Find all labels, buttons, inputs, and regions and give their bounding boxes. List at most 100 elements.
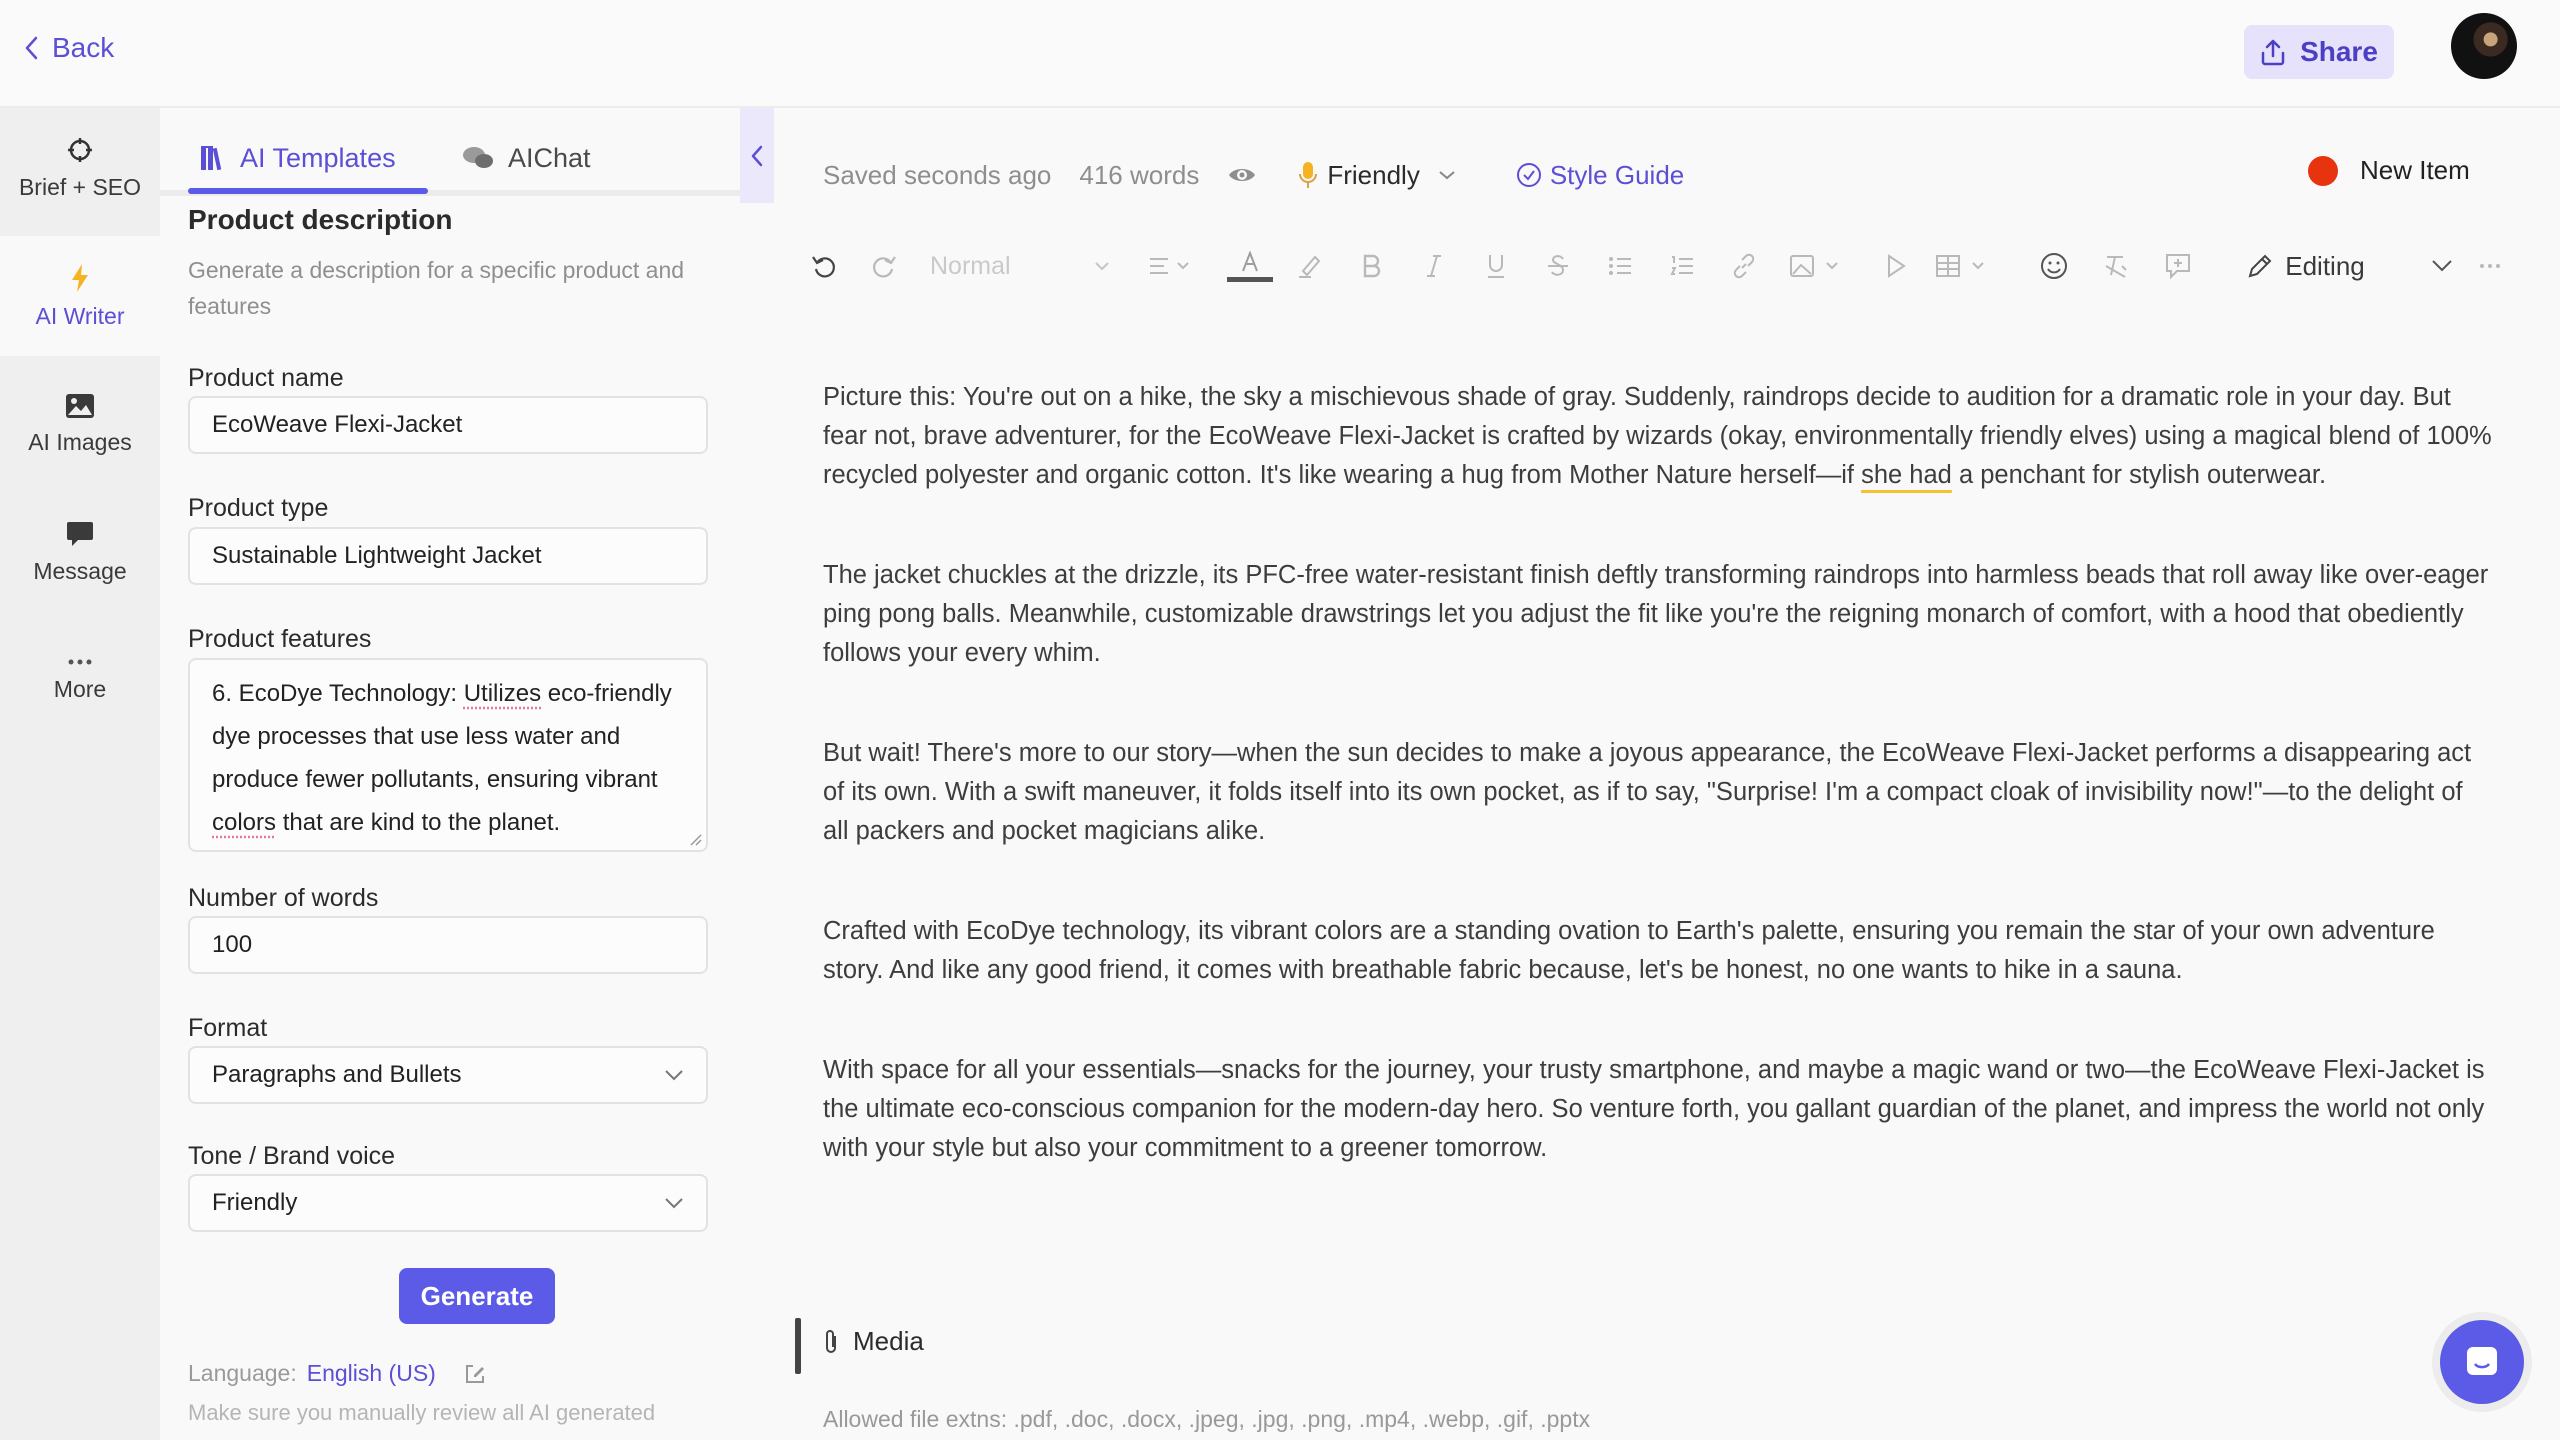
status-dot — [2308, 155, 2338, 186]
template-title: Product description — [188, 204, 453, 235]
pencil-icon — [2247, 253, 2273, 279]
media-label: Media — [853, 1326, 924, 1356]
message-icon — [66, 520, 94, 548]
item-status[interactable]: New Item — [2308, 155, 2470, 186]
insert-video-button[interactable] — [1876, 245, 1916, 287]
undo-icon — [811, 253, 837, 279]
collapse-panel-button[interactable] — [740, 108, 774, 203]
editor-content[interactable]: Picture this: You're out on a hike, the … — [823, 378, 2495, 1229]
edit-icon[interactable] — [464, 1363, 486, 1385]
template-form: Product description Generate a descripti… — [188, 204, 708, 1425]
chat-icon — [2464, 1344, 2500, 1380]
paragraph-style-select[interactable]: Normal — [930, 245, 1110, 287]
undo-button[interactable] — [806, 245, 842, 287]
grammar-suggestion[interactable]: she had — [1861, 461, 1952, 489]
editor-toolbar: Normal Editing — [806, 245, 2506, 287]
numbered-list-button[interactable] — [1662, 245, 1702, 287]
highlight-button[interactable] — [1290, 245, 1330, 287]
rail-item-message[interactable]: Message — [0, 492, 160, 612]
redo-button[interactable] — [866, 245, 902, 287]
tab-aichat[interactable]: AIChat — [462, 134, 591, 182]
product-name-input[interactable]: EcoWeave Flexi-Jacket — [188, 396, 708, 454]
language-link[interactable]: English (US) — [307, 1360, 436, 1387]
clear-format-button[interactable] — [2096, 245, 2136, 287]
spellcheck-word: colors — [212, 809, 277, 836]
toolbar-expand-button[interactable] — [2422, 245, 2462, 287]
allowed-extensions: Allowed file extns: .pdf, .doc, .docx, .… — [823, 1406, 1591, 1432]
editing-mode-button[interactable]: Editing — [2236, 245, 2376, 287]
editor-meta-bar: Saved seconds ago 416 words Friendly Sty… — [823, 155, 1684, 195]
templates-icon — [200, 145, 226, 171]
rail-item-more[interactable]: More — [0, 620, 160, 740]
share-button[interactable]: Share — [2244, 25, 2394, 79]
rail-label: More — [53, 675, 107, 702]
insert-table-button[interactable] — [1930, 245, 1996, 287]
format-select[interactable]: Paragraphs and Bullets — [188, 1046, 708, 1104]
rail-item-brief-seo[interactable]: Brief + SEO — [0, 108, 160, 228]
text-color-swatch — [1227, 276, 1273, 282]
media-section-marker — [795, 1318, 801, 1374]
generate-button[interactable]: Generate — [399, 1268, 555, 1324]
bullet-list-button[interactable] — [1600, 245, 1640, 287]
more-options-button[interactable] — [2472, 245, 2508, 287]
tone-dropdown[interactable]: Friendly — [1299, 160, 1455, 191]
content-paragraph: But wait! There's more to our story—when… — [823, 739, 2472, 845]
bold-button[interactable] — [1352, 245, 1392, 287]
link-button[interactable] — [1724, 245, 1764, 287]
back-button[interactable]: Back — [24, 32, 114, 64]
emoji-button[interactable] — [2034, 245, 2074, 287]
media-section[interactable]: Media — [823, 1326, 924, 1357]
chevron-down-icon — [2431, 259, 2453, 273]
chevron-left-icon — [750, 144, 764, 168]
product-type-input[interactable]: Sustainable Lightweight Jacket — [188, 527, 708, 585]
strikethrough-icon — [1547, 254, 1569, 278]
underline-icon — [1486, 253, 1506, 279]
style-guide-link[interactable]: Style Guide — [1516, 160, 1684, 191]
share-label: Share — [2300, 36, 2378, 67]
support-chat-button[interactable] — [2440, 1320, 2524, 1404]
saved-status: Saved seconds ago — [823, 159, 1052, 190]
microphone-icon — [1299, 161, 1318, 189]
language-row: Language: English (US) — [188, 1360, 486, 1387]
content-paragraph: With space for all your essentials—snack… — [823, 1056, 2485, 1162]
template-description: Generate a description for a specific pr… — [188, 257, 685, 319]
underline-button[interactable] — [1476, 245, 1516, 287]
tab-label: AIChat — [508, 142, 591, 173]
chevron-down-icon — [1094, 261, 1110, 271]
strikethrough-button[interactable] — [1538, 245, 1578, 287]
tab-ai-templates[interactable]: AI Templates — [200, 134, 396, 182]
word-count: 416 words — [1079, 159, 1200, 190]
text-color-button[interactable] — [1226, 245, 1274, 287]
features-text: that are kind to the planet. — [276, 809, 561, 836]
rail-label: Brief + SEO — [18, 173, 142, 200]
panel-tabs: AI Templates AIChat — [160, 108, 740, 196]
upload-icon — [2260, 38, 2286, 66]
chat-bubbles-icon — [462, 145, 494, 171]
italic-icon — [1425, 254, 1443, 278]
left-rail: Brief + SEO AI Writer AI Images Message … — [0, 108, 160, 1440]
resize-handle-icon[interactable] — [688, 832, 702, 846]
product-type-value: Sustainable Lightweight Jacket — [212, 542, 542, 569]
text-color-icon — [1239, 250, 1261, 273]
numbered-list-icon — [1670, 255, 1694, 277]
italic-button[interactable] — [1414, 245, 1454, 287]
editing-mode-label: Editing — [2285, 250, 2365, 281]
rail-item-ai-images[interactable]: AI Images — [0, 364, 160, 484]
eye-icon[interactable] — [1227, 164, 1257, 186]
more-icon — [68, 658, 92, 666]
product-features-textarea[interactable]: 6. EcoDye Technology: Utilizes eco-frien… — [188, 658, 708, 852]
insert-image-button[interactable] — [1784, 245, 1850, 287]
active-tab-indicator — [188, 188, 428, 194]
comment-button[interactable] — [2158, 245, 2198, 287]
paperclip-icon — [823, 1328, 839, 1356]
chevron-down-icon — [664, 1069, 684, 1081]
user-avatar[interactable] — [2451, 13, 2517, 79]
tone-select[interactable]: Friendly — [188, 1174, 708, 1232]
insert-image-icon — [1789, 254, 1845, 278]
format-value: Paragraphs and Bullets — [212, 1061, 462, 1088]
lightning-icon — [69, 263, 91, 293]
verified-badge-icon — [1516, 162, 1542, 188]
align-button[interactable] — [1140, 245, 1200, 287]
rail-item-ai-writer[interactable]: AI Writer — [0, 236, 160, 356]
number-of-words-input[interactable]: 100 — [188, 916, 708, 974]
